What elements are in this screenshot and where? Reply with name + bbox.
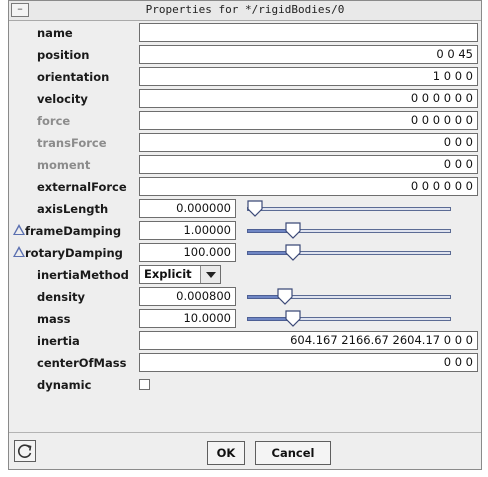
refresh-icon bbox=[18, 444, 32, 458]
property-label: density bbox=[37, 290, 85, 304]
ok-button[interactable]: OK bbox=[207, 441, 245, 465]
slider-track[interactable] bbox=[247, 207, 451, 211]
property-row-transForce: transForce 0 0 0 bbox=[9, 132, 481, 154]
property-row-inertiaMethod: inertiaMethod Explicit bbox=[9, 264, 481, 286]
window-title: Properties for */rigidBodies/0 bbox=[145, 3, 345, 16]
property-row-centerOfMass: centerOfMass 0 0 0 bbox=[9, 352, 481, 374]
property-label: mass bbox=[37, 312, 71, 326]
property-label: centerOfMass bbox=[37, 356, 127, 370]
property-label: dynamic bbox=[37, 378, 92, 392]
property-label: position bbox=[37, 48, 90, 62]
force-field[interactable]: 0 0 0 0 0 0 bbox=[139, 111, 478, 130]
axisLength-field[interactable]: 0.000000 bbox=[139, 199, 236, 218]
rotaryDamping-slider[interactable] bbox=[247, 243, 451, 263]
mass-field[interactable]: 10.0000 bbox=[139, 309, 236, 328]
property-row-force: force 0 0 0 0 0 0 bbox=[9, 110, 481, 132]
centerOfMass-field[interactable]: 0 0 0 bbox=[139, 353, 478, 372]
property-row-position: position 0 0 45 bbox=[9, 44, 481, 66]
position-field[interactable]: 0 0 45 bbox=[139, 45, 478, 64]
density-slider[interactable] bbox=[247, 287, 451, 307]
property-label: externalForce bbox=[37, 180, 127, 194]
axisLength-slider[interactable] bbox=[247, 199, 451, 219]
dynamic-checkbox[interactable] bbox=[139, 379, 150, 390]
property-label: name bbox=[37, 26, 73, 40]
density-field[interactable]: 0.000800 bbox=[139, 287, 236, 306]
orientation-field[interactable]: 1 0 0 0 bbox=[139, 67, 478, 86]
property-row-moment: moment 0 0 0 bbox=[9, 154, 481, 176]
name-field[interactable] bbox=[139, 23, 478, 42]
slider-thumb[interactable] bbox=[285, 310, 301, 327]
slider-thumb[interactable] bbox=[285, 222, 301, 239]
transForce-field[interactable]: 0 0 0 bbox=[139, 133, 478, 152]
externalForce-field[interactable]: 0 0 0 0 0 0 bbox=[139, 177, 478, 196]
slider-thumb[interactable] bbox=[247, 200, 263, 217]
property-row-inertia: inertia 604.167 2166.67 2604.17 0 0 0 bbox=[9, 330, 481, 352]
property-row-rotaryDamping: rotaryDamping 100.000 bbox=[9, 242, 481, 264]
title-bar[interactable]: – Properties for */rigidBodies/0 bbox=[9, 1, 481, 21]
property-label: axisLength bbox=[37, 202, 109, 216]
slider-thumb[interactable] bbox=[277, 288, 293, 305]
velocity-field[interactable]: 0 0 0 0 0 0 bbox=[139, 89, 478, 108]
property-label: inertiaMethod bbox=[37, 268, 129, 282]
property-row-name: name bbox=[9, 22, 481, 44]
property-row-frameDamping: frameDamping 1.00000 bbox=[9, 220, 481, 242]
button-bar: OK Cancel bbox=[9, 432, 481, 471]
property-row-dynamic: dynamic bbox=[9, 374, 481, 396]
inertia-field[interactable]: 604.167 2166.67 2604.17 0 0 0 bbox=[139, 331, 478, 350]
property-label: frameDamping bbox=[25, 224, 122, 238]
property-row-velocity: velocity 0 0 0 0 0 0 bbox=[9, 88, 481, 110]
property-label: force bbox=[37, 114, 71, 128]
property-row-density: density 0.000800 bbox=[9, 286, 481, 308]
frameDamping-slider[interactable] bbox=[247, 221, 451, 241]
property-label: orientation bbox=[37, 70, 110, 84]
property-label: inertia bbox=[37, 334, 80, 348]
property-label: velocity bbox=[37, 92, 88, 106]
property-label: transForce bbox=[37, 136, 107, 150]
property-row-axisLength: axisLength 0.000000 bbox=[9, 198, 481, 220]
property-label: moment bbox=[37, 158, 91, 172]
rotaryDamping-field[interactable]: 100.000 bbox=[139, 243, 236, 262]
mass-slider[interactable] bbox=[247, 309, 451, 329]
select-value: Explicit bbox=[144, 267, 192, 281]
frameDamping-field[interactable]: 1.00000 bbox=[139, 221, 236, 240]
property-row-orientation: orientation 1 0 0 0 bbox=[9, 66, 481, 88]
properties-dialog: – Properties for */rigidBodies/0 name pos… bbox=[8, 0, 482, 470]
cancel-button[interactable]: Cancel bbox=[255, 441, 331, 465]
property-row-externalForce: externalForce 0 0 0 0 0 0 bbox=[9, 176, 481, 198]
property-label: rotaryDamping bbox=[25, 246, 123, 260]
triangle-inherit-icon[interactable] bbox=[13, 224, 25, 235]
inertiaMethod-select[interactable]: Explicit bbox=[139, 265, 221, 284]
moment-field[interactable]: 0 0 0 bbox=[139, 155, 478, 174]
refresh-button[interactable] bbox=[14, 440, 36, 462]
chevron-down-icon[interactable] bbox=[200, 266, 220, 283]
property-row-mass: mass 10.0000 bbox=[9, 308, 481, 330]
triangle-inherit-icon[interactable] bbox=[13, 246, 25, 257]
slider-thumb[interactable] bbox=[285, 244, 301, 261]
